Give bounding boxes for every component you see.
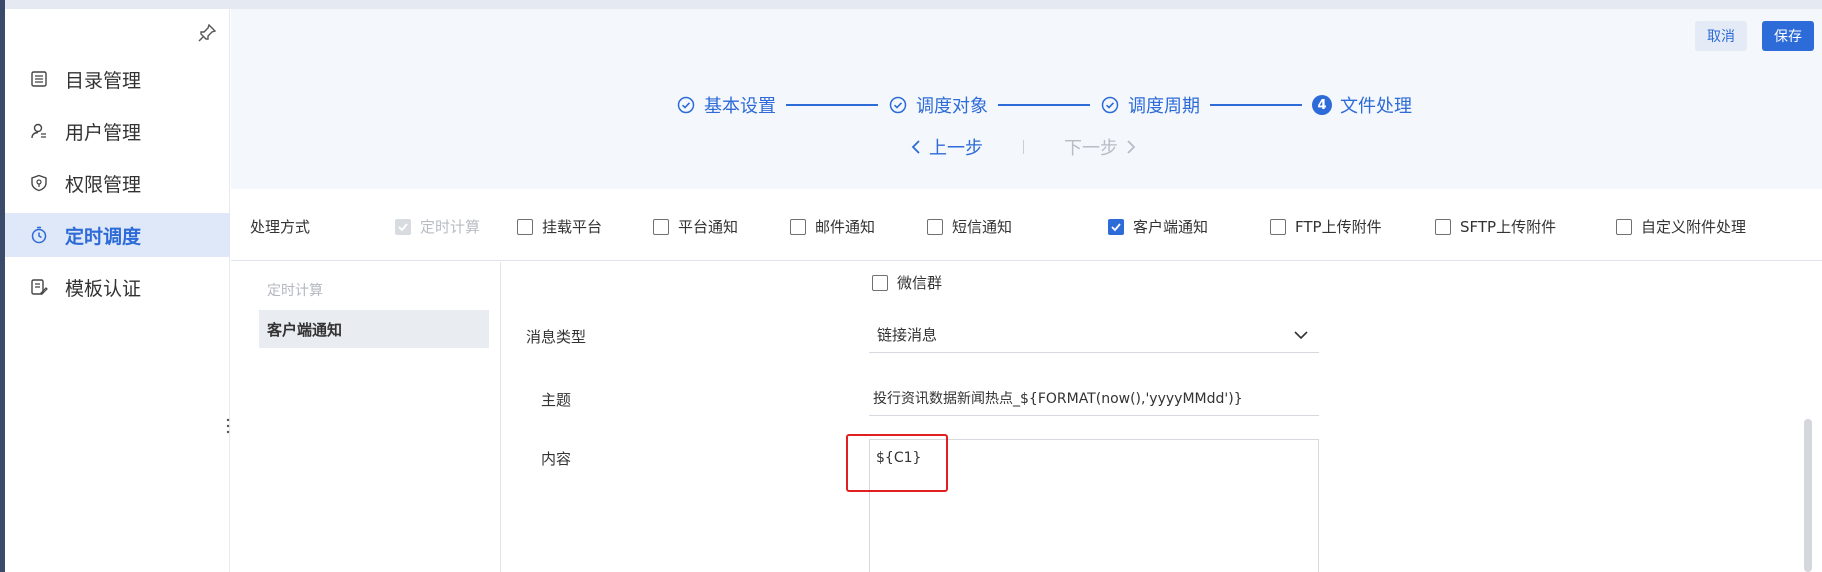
- list-item[interactable]: 定时计算: [267, 280, 323, 300]
- option-sftp-upload[interactable]: SFTP上传附件: [1435, 216, 1556, 237]
- option-sms-notify[interactable]: 短信通知: [927, 216, 1012, 237]
- next-step-button[interactable]: 下一步: [1064, 134, 1136, 160]
- checkbox-icon: [790, 218, 806, 235]
- checkbox-icon: [1435, 218, 1451, 235]
- processing-label: 处理方式: [250, 218, 311, 236]
- cancel-button[interactable]: 取消: [1695, 21, 1747, 51]
- step-connector: [1210, 104, 1302, 106]
- step-file-processing[interactable]: 4 文件处理: [1312, 92, 1412, 118]
- check-circle-icon: [888, 95, 908, 115]
- sidebar-item-label: 定时调度: [65, 225, 142, 248]
- sidebar-item-label: 模板认证: [65, 277, 142, 300]
- step-label: 调度周期: [1128, 96, 1200, 117]
- shield-icon: [29, 173, 49, 193]
- subject-input[interactable]: [869, 380, 1319, 416]
- template-icon: [29, 277, 49, 297]
- top-strip: [0, 0, 1822, 9]
- save-button[interactable]: 保存: [1762, 21, 1814, 51]
- client-notify-form: 微信群 消息类型 链接消息 主题 内容 ${C1}: [502, 262, 1822, 572]
- sidebar-item-permissions[interactable]: 权限管理: [5, 161, 230, 205]
- wechat-group-checkbox[interactable]: 微信群: [872, 272, 942, 293]
- check-circle-icon: [1100, 95, 1120, 115]
- msg-type-select[interactable]: 链接消息: [869, 317, 1319, 353]
- chevron-right-icon: [1126, 139, 1136, 155]
- next-step-label: 下一步: [1064, 138, 1118, 159]
- option-ftp-upload[interactable]: FTP上传附件: [1270, 216, 1382, 237]
- wizard-header: 取消 保存 基本设置 调度对象 调度周期 4 文件处理 上一步 下一步: [231, 9, 1822, 189]
- sidebar-item-label: 权限管理: [65, 173, 142, 196]
- user-icon: [29, 121, 49, 141]
- list-icon: [29, 69, 49, 89]
- option-mount-platform[interactable]: 挂载平台: [517, 216, 602, 237]
- stepper: 基本设置 调度对象 调度周期 4 文件处理: [676, 91, 1412, 119]
- option-platform-notify[interactable]: 平台通知: [653, 216, 738, 237]
- step-connector: [998, 104, 1090, 106]
- step-label: 调度对象: [916, 96, 988, 117]
- processing-methods: 处理方式 定时计算 挂载平台 平台通知 邮件通知 短信通知 客户端通知 FTP上…: [231, 189, 1822, 261]
- main-content: 取消 保存 基本设置 调度对象 调度周期 4 文件处理 上一步 下一步 处理方式…: [231, 9, 1822, 572]
- option-client-notify[interactable]: 客户端通知: [1108, 216, 1208, 237]
- checkbox-icon: [1270, 218, 1286, 235]
- checkbox-icon: [872, 274, 888, 291]
- sidebar: 目录管理 用户管理 权限管理 定时调度 模板认证: [5, 9, 234, 572]
- check-circle-icon: [676, 95, 696, 115]
- scrollbar-thumb[interactable]: [1804, 419, 1812, 572]
- step-label: 文件处理: [1340, 96, 1412, 117]
- divider: [1023, 140, 1024, 154]
- chevron-down-icon: [1293, 327, 1309, 343]
- processing-list: 定时计算 客户端通知: [231, 262, 501, 572]
- step-navigation: 上一步 下一步: [911, 135, 1136, 159]
- checkbox-icon: [927, 218, 943, 235]
- prev-step-label: 上一步: [929, 138, 983, 159]
- content-textarea[interactable]: ${C1}: [869, 439, 1319, 572]
- sidebar-nav: 目录管理 用户管理 权限管理 定时调度 模板认证: [5, 57, 230, 317]
- sidebar-item-label: 用户管理: [65, 121, 142, 144]
- step-connector: [786, 104, 878, 106]
- clock-icon: [29, 225, 49, 245]
- chevron-left-icon: [911, 139, 921, 155]
- prev-step-button[interactable]: 上一步: [911, 134, 983, 160]
- step-schedule-period[interactable]: 调度周期: [1100, 92, 1200, 118]
- subject-label: 主题: [541, 391, 572, 409]
- pin-icon[interactable]: [195, 21, 219, 45]
- option-custom-attachment[interactable]: 自定义附件处理: [1616, 216, 1746, 237]
- list-item-selected[interactable]: 客户端通知: [259, 310, 489, 348]
- msg-type-label: 消息类型: [526, 328, 587, 346]
- option-email-notify[interactable]: 邮件通知: [790, 216, 875, 237]
- sidebar-item-users[interactable]: 用户管理: [5, 109, 230, 153]
- checkbox-icon: [517, 218, 533, 235]
- step-basic-settings[interactable]: 基本设置: [676, 92, 776, 118]
- sidebar-item-template[interactable]: 模板认证: [5, 265, 230, 309]
- step-number: 4: [1312, 95, 1332, 115]
- checkbox-icon: [653, 218, 669, 235]
- content-label: 内容: [541, 450, 572, 468]
- step-schedule-target[interactable]: 调度对象: [888, 92, 988, 118]
- sidebar-item-catalog[interactable]: 目录管理: [5, 57, 230, 101]
- step-label: 基本设置: [704, 96, 776, 117]
- sidebar-item-schedule[interactable]: 定时调度: [5, 213, 230, 257]
- msg-type-value: 链接消息: [877, 326, 938, 344]
- checkbox-checked-icon: [395, 218, 411, 235]
- scrollbar[interactable]: [1804, 419, 1812, 572]
- checkbox-icon: [1616, 218, 1632, 235]
- option-scheduled-calc[interactable]: 定时计算: [395, 216, 480, 237]
- sidebar-item-label: 目录管理: [65, 69, 142, 92]
- checkbox-checked-icon: [1108, 218, 1124, 235]
